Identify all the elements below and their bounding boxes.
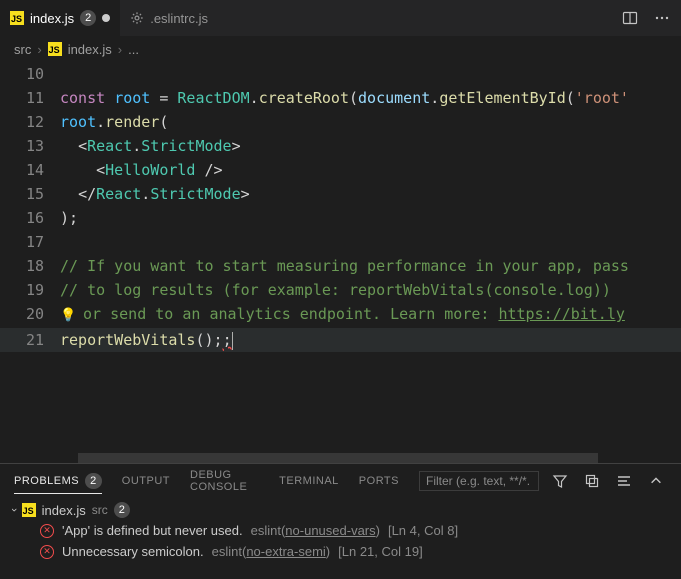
- view-as-list-icon[interactable]: [613, 470, 635, 492]
- breadcrumb-part[interactable]: index.js: [68, 42, 112, 57]
- line-number: 10: [0, 62, 60, 86]
- file-problem-count: 2: [114, 502, 130, 518]
- code-line[interactable]: const root = ReactDOM.createRoot(documen…: [60, 86, 681, 110]
- more-actions-icon[interactable]: [651, 7, 673, 29]
- horizontal-scrollbar[interactable]: [78, 453, 598, 463]
- problem-item[interactable]: ✕ Unnecessary semicolon. eslint(no-extra…: [8, 541, 673, 562]
- tab-eslintrc[interactable]: .eslintrc.js: [120, 0, 218, 36]
- chevron-down-icon: ›: [8, 508, 20, 512]
- tab-index-js[interactable]: JS index.js 2: [0, 0, 120, 36]
- panel: PROBLEMS 2 OUTPUT DEBUG CONSOLE TERMINAL…: [0, 463, 681, 579]
- line-number: 12: [0, 110, 60, 134]
- dirty-indicator-icon: [102, 14, 110, 22]
- line-number: 21: [0, 328, 60, 352]
- problem-source: eslint(no-extra-semi): [212, 544, 331, 559]
- line-number: 14: [0, 158, 60, 182]
- code-line[interactable]: reportWebVitals();;: [60, 328, 681, 352]
- code-line[interactable]: root.render(: [60, 110, 681, 134]
- line-number: 19: [0, 278, 60, 302]
- code-line[interactable]: [60, 230, 681, 254]
- line-number: 20: [0, 302, 60, 328]
- tab-bar: JS index.js 2 .eslintrc.js: [0, 0, 681, 36]
- file-name: index.js: [42, 503, 86, 518]
- tab-terminal[interactable]: TERMINAL: [279, 471, 339, 491]
- code-line[interactable]: // If you want to start measuring perfor…: [60, 254, 681, 278]
- problem-message: 'App' is defined but never used.: [62, 523, 243, 538]
- problems-count-badge: 2: [85, 473, 102, 489]
- problem-item[interactable]: ✕ 'App' is defined but never used. eslin…: [8, 520, 673, 541]
- editor[interactable]: 10 11const root = ReactDOM.createRoot(do…: [0, 62, 681, 463]
- lightbulb-icon[interactable]: 💡: [60, 304, 74, 328]
- filter-icon[interactable]: [549, 470, 571, 492]
- error-icon: ✕: [40, 545, 54, 559]
- js-icon: JS: [10, 11, 24, 25]
- chevron-right-icon: ›: [37, 42, 41, 57]
- tab-badge: 2: [80, 10, 96, 26]
- code-line[interactable]: [60, 62, 681, 86]
- tab-output[interactable]: OUTPUT: [122, 471, 170, 491]
- breadcrumb-part[interactable]: src: [14, 42, 31, 57]
- tab-debug-console[interactable]: DEBUG CONSOLE: [190, 465, 259, 497]
- panel-tab-bar: PROBLEMS 2 OUTPUT DEBUG CONSOLE TERMINAL…: [0, 464, 681, 498]
- problem-message: Unnecessary semicolon.: [62, 544, 204, 559]
- problems-tree: › JS index.js src 2 ✕ 'App' is defined b…: [0, 498, 681, 564]
- split-editor-icon[interactable]: [619, 7, 641, 29]
- code-line[interactable]: <React.StrictMode>: [60, 134, 681, 158]
- code-line[interactable]: <HelloWorld />: [60, 158, 681, 182]
- tab-problems[interactable]: PROBLEMS 2: [14, 469, 102, 494]
- chevron-up-icon[interactable]: [645, 470, 667, 492]
- collapse-all-icon[interactable]: [581, 470, 603, 492]
- breadcrumb[interactable]: src › JS index.js › ...: [0, 36, 681, 62]
- js-icon: JS: [48, 42, 62, 56]
- code-line[interactable]: );: [60, 206, 681, 230]
- problem-source: eslint(no-unused-vars): [251, 523, 380, 538]
- line-number: 16: [0, 206, 60, 230]
- line-number: 17: [0, 230, 60, 254]
- line-number: 11: [0, 86, 60, 110]
- file-dir: src: [92, 503, 108, 517]
- config-icon: [130, 11, 144, 25]
- problems-filter-input[interactable]: [419, 471, 539, 491]
- code-line[interactable]: // to log results (for example: reportWe…: [60, 278, 681, 302]
- js-icon: JS: [22, 503, 36, 517]
- line-number: 15: [0, 182, 60, 206]
- breadcrumb-part[interactable]: ...: [128, 42, 139, 57]
- code-line[interactable]: </React.StrictMode>: [60, 182, 681, 206]
- problems-file-row[interactable]: › JS index.js src 2: [8, 500, 673, 520]
- line-number: 18: [0, 254, 60, 278]
- problem-location: [Ln 4, Col 8]: [388, 523, 458, 538]
- problem-location: [Ln 21, Col 19]: [338, 544, 423, 559]
- line-number: 13: [0, 134, 60, 158]
- tab-label: .eslintrc.js: [150, 11, 208, 26]
- text-cursor: [232, 332, 233, 350]
- tab-ports[interactable]: PORTS: [359, 471, 399, 491]
- tab-label: index.js: [30, 11, 74, 26]
- error-icon: ✕: [40, 524, 54, 538]
- code-line[interactable]: 💡 or send to an analytics endpoint. Lear…: [60, 302, 681, 328]
- chevron-right-icon: ›: [118, 42, 122, 57]
